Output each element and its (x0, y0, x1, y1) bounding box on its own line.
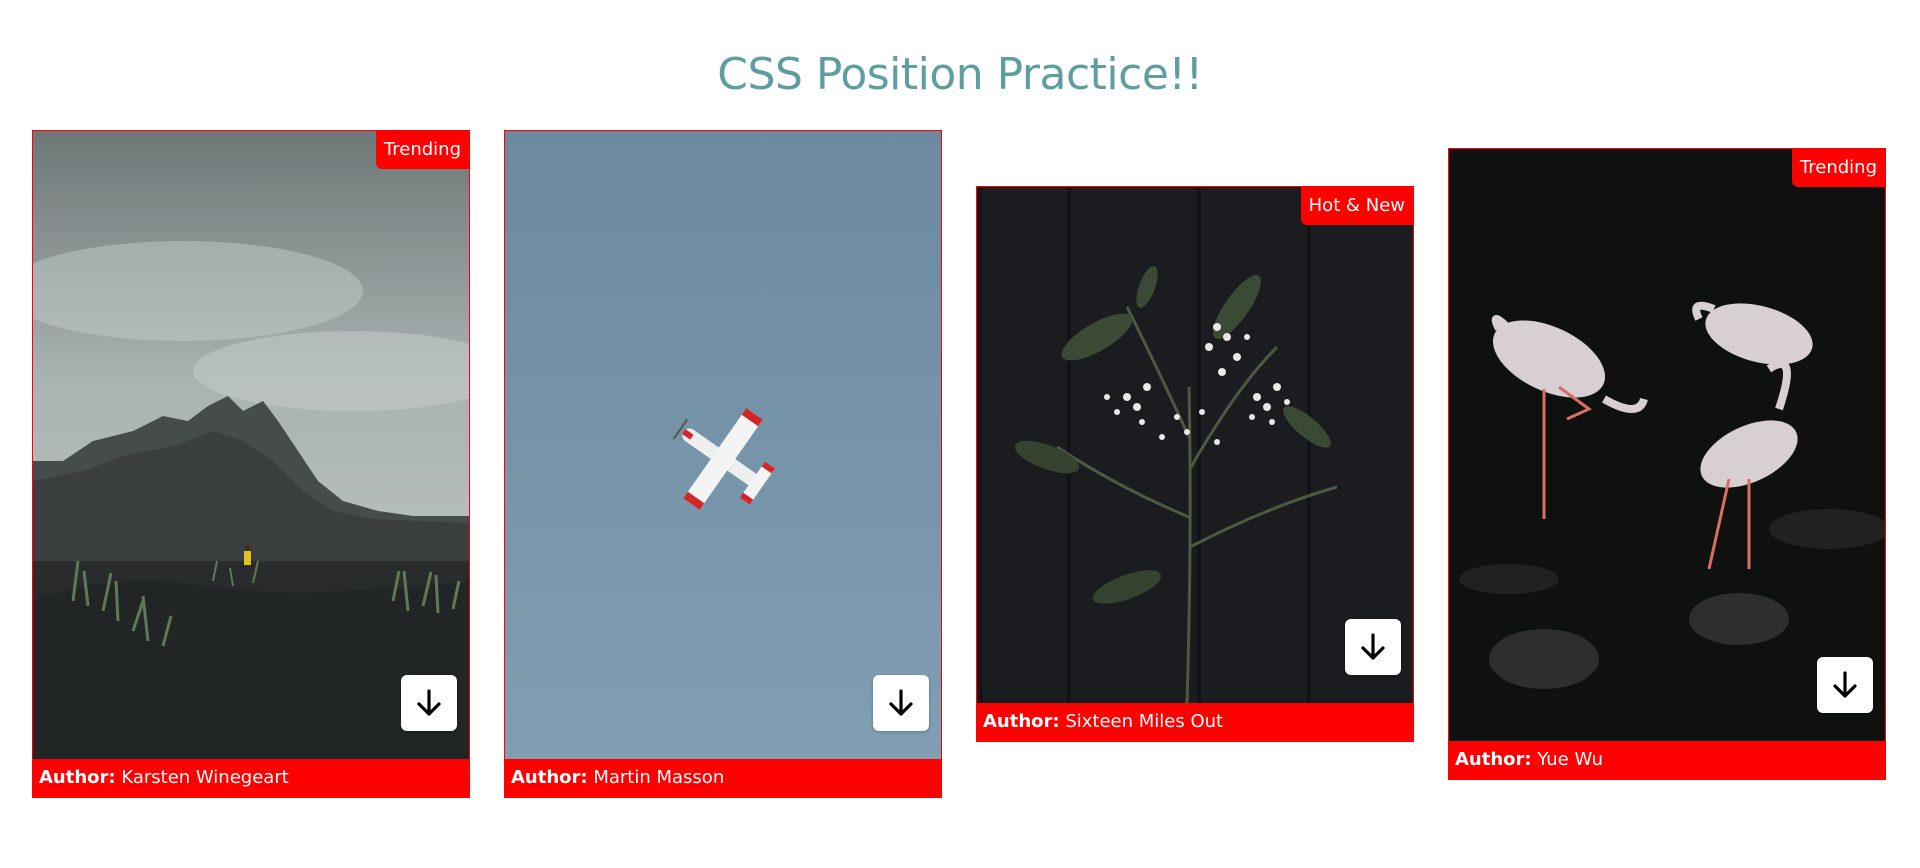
arrow-down-icon (1361, 633, 1385, 660)
author-label: Author: (511, 767, 588, 788)
photo-airplane-sky (505, 131, 941, 759)
author-label: Author: (39, 767, 116, 788)
download-button[interactable] (1817, 657, 1873, 713)
photo-mountain-beach: Trending (33, 131, 469, 759)
author-caption: Author: Karsten Winegeart (33, 759, 469, 797)
image-card: Trending Author: Yue Wu (1448, 148, 1886, 780)
author-caption: Author: Yue Wu (1449, 741, 1885, 779)
arrow-down-icon (889, 689, 913, 716)
status-badge: Trending (1791, 149, 1885, 187)
download-button[interactable] (1345, 619, 1401, 675)
author-name: Karsten Winegeart (121, 767, 289, 788)
status-badge: Trending (375, 131, 469, 169)
download-button[interactable] (873, 675, 929, 731)
author-name: Martin Masson (593, 767, 725, 788)
author-label: Author: (983, 711, 1060, 732)
photo-flamingos: Trending (1449, 149, 1885, 741)
author-caption: Author: Sixteen Miles Out (977, 703, 1413, 741)
page-title: CSS Position Practice!! (717, 49, 1203, 101)
image-card: Hot & New Author: Sixteen Miles Out (976, 186, 1414, 742)
download-button[interactable] (401, 675, 457, 731)
image-card: Author: Martin Masson (504, 130, 942, 798)
author-label: Author: (1455, 749, 1532, 770)
status-badge: Hot & New (1300, 187, 1413, 225)
image-card: Trending Author: Karsten Winegeart (32, 130, 470, 798)
author-caption: Author: Martin Masson (505, 759, 941, 797)
arrow-down-icon (417, 689, 441, 716)
photo-flowers: Hot & New (977, 187, 1413, 703)
arrow-down-icon (1833, 671, 1857, 698)
author-name: Yue Wu (1537, 749, 1604, 770)
author-name: Sixteen Miles Out (1065, 711, 1224, 732)
